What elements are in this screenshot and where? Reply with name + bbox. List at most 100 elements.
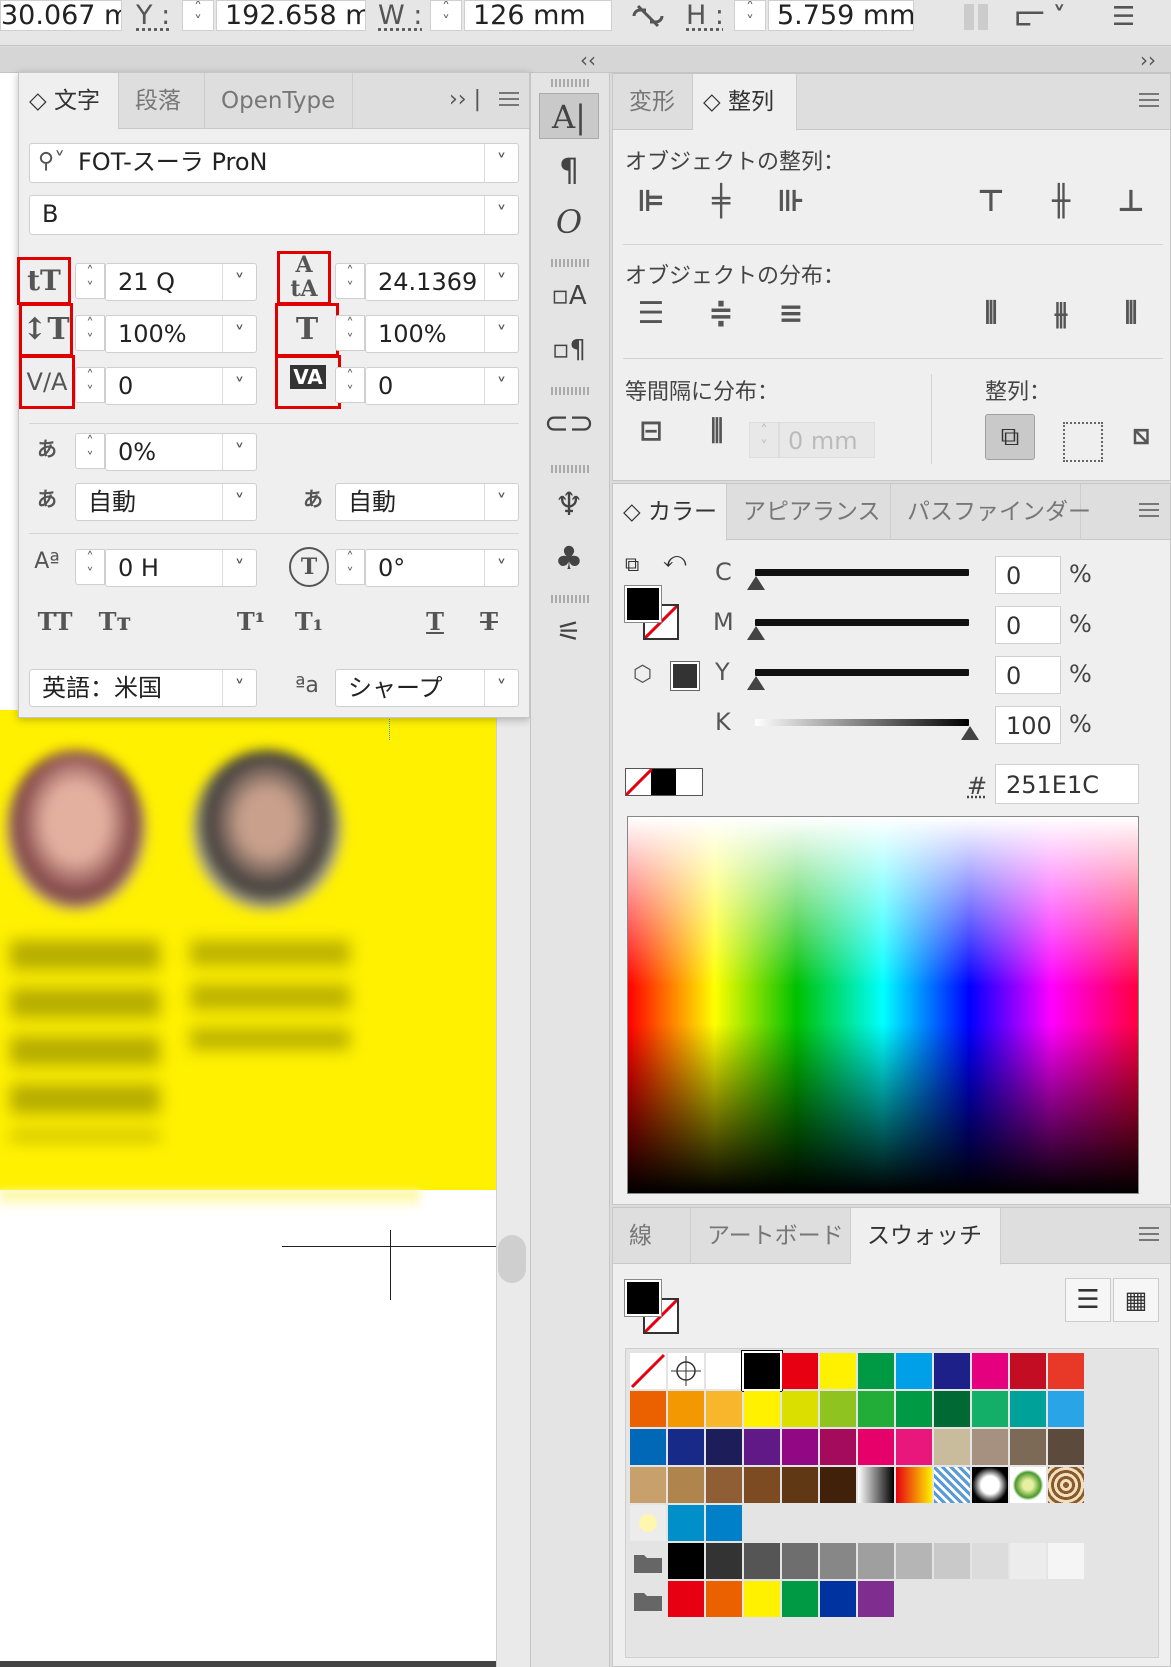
baseline-stepper[interactable]: ˄ ˅ (75, 549, 105, 585)
baseline-field[interactable]: 0 H ˅ (105, 549, 257, 587)
swatch-color[interactable] (1048, 1543, 1084, 1579)
channel-c-slider[interactable] (755, 569, 969, 576)
grid-align-icon[interactable] (964, 4, 990, 30)
swatch-color[interactable] (706, 1353, 742, 1389)
swatch-pattern[interactable] (896, 1467, 932, 1503)
channel-y-slider[interactable] (755, 669, 969, 676)
swatch-color[interactable] (896, 1543, 932, 1579)
swatch-color[interactable] (896, 1353, 932, 1389)
all-caps-icon[interactable]: TT (33, 607, 77, 636)
swatch-color[interactable] (744, 1391, 780, 1427)
font-style-dropdown[interactable]: B ˅ (29, 195, 519, 235)
antialias-dropdown[interactable]: シャープ ˅ (335, 669, 519, 707)
language-dropdown[interactable]: 英語：米国 ˅ (29, 669, 257, 707)
swatch-color[interactable] (668, 1429, 704, 1465)
tsume-field[interactable]: 0% ˅ (105, 433, 257, 471)
font-size-field[interactable]: 21 Q ˅ (105, 263, 257, 301)
tab-character[interactable]: ◇ 文字 (19, 73, 119, 130)
collapse-right-button[interactable]: ›› (1140, 48, 1156, 72)
swatch-color[interactable] (668, 1505, 704, 1541)
swatch-color[interactable] (858, 1429, 894, 1465)
swatch-color[interactable] (820, 1581, 856, 1617)
tab-pathfinder[interactable]: パスファインダー (891, 484, 1091, 540)
vscale-stepper[interactable]: ˄ ˅ (75, 315, 105, 351)
swatch-color[interactable] (972, 1429, 1008, 1465)
swatch-color[interactable] (630, 1467, 666, 1503)
swatch-none[interactable] (630, 1353, 666, 1389)
swatch-color[interactable] (782, 1429, 818, 1465)
superscript-icon[interactable]: T¹ (229, 607, 273, 636)
spacing-vertical-icon[interactable]: ⊟ (631, 414, 671, 447)
tab-artboard[interactable]: アートボード (691, 1208, 851, 1264)
expand-button[interactable]: ›› | (449, 87, 481, 112)
swatch-color[interactable] (706, 1391, 742, 1427)
w-stepper[interactable]: ˄ ˅ (430, 0, 462, 31)
default-colors-icon[interactable]: ⧉ (625, 552, 639, 576)
distribute-bottom-icon[interactable]: ≡ (771, 296, 811, 331)
align-to-artboard-icon[interactable] (1063, 422, 1103, 462)
swatch-color[interactable] (1048, 1429, 1084, 1465)
swatch-color[interactable] (668, 1467, 704, 1503)
h-field[interactable]: 5.759 mm (768, 0, 914, 31)
swatch-color[interactable] (782, 1467, 818, 1503)
swatch-pattern[interactable] (934, 1467, 970, 1503)
swatch-color[interactable] (782, 1543, 818, 1579)
swatch-color[interactable] (744, 1429, 780, 1465)
tab-color[interactable]: ◇ カラー (613, 484, 727, 541)
properties-sliders-icon[interactable]: ⚟ (539, 609, 599, 655)
channel-k-slider[interactable] (755, 719, 969, 726)
links-icon[interactable]: ⊂⊃ (539, 401, 599, 447)
swatch-pattern[interactable] (972, 1467, 1008, 1503)
tracking-stepper[interactable]: ˄ ˅ (335, 367, 365, 403)
y-stepper[interactable]: ˄ ˅ (182, 0, 214, 31)
align-bottom-icon[interactable]: ⊥ (1111, 184, 1151, 219)
x-field[interactable]: 30.067 mı (0, 0, 122, 31)
panel-menu-icon[interactable] (1139, 1224, 1159, 1244)
font-size-stepper[interactable]: ˄ ˅ (75, 263, 105, 299)
swatch-color[interactable] (1010, 1543, 1046, 1579)
kerning-field[interactable]: 0 ˅ (105, 367, 257, 405)
aki-right-dropdown[interactable]: 自動 ˅ (335, 483, 519, 521)
tab-align[interactable]: ◇ 整列 (693, 74, 797, 131)
channel-k-thumb[interactable] (961, 726, 979, 740)
channel-y-thumb[interactable] (747, 676, 765, 690)
swatch-color[interactable] (934, 1429, 970, 1465)
swatch-color[interactable] (668, 1391, 704, 1427)
swatch-color[interactable] (896, 1391, 932, 1427)
swatch-color[interactable] (896, 1429, 932, 1465)
w-field[interactable]: 126 mm (464, 0, 612, 31)
kerning-stepper[interactable]: ˄ ˅ (75, 367, 105, 403)
swatch-color[interactable] (782, 1581, 818, 1617)
swatch-color[interactable] (630, 1505, 666, 1541)
swatch-color[interactable] (820, 1353, 856, 1389)
channel-m-slider[interactable] (755, 619, 969, 626)
swatch-color[interactable] (1010, 1391, 1046, 1427)
swatch-color[interactable] (742, 1351, 782, 1391)
leading-field[interactable]: 24.1369 ˅ (365, 263, 519, 301)
swatch-color[interactable] (1048, 1353, 1084, 1389)
swap-colors-icon[interactable]: ⤺ (663, 548, 687, 573)
rotation-field[interactable]: 0° ˅ (365, 549, 519, 587)
swatch-color[interactable] (744, 1467, 780, 1503)
align-vcenter-icon[interactable]: ╫ (1041, 184, 1081, 219)
cube-icon[interactable]: ⬡ (633, 662, 652, 687)
swatch-color[interactable] (1010, 1353, 1046, 1389)
hscale-stepper[interactable]: ˄ ˅ (335, 315, 365, 351)
align-top-icon[interactable]: ⊤ (971, 184, 1011, 219)
distribute-left-icon[interactable]: ⫴ (971, 296, 1011, 331)
tab-transform[interactable]: 変形 (613, 74, 693, 130)
color-spectrum[interactable] (627, 816, 1139, 1194)
y-field[interactable]: 192.658 mı (216, 0, 366, 31)
spacing-horizontal-icon[interactable]: ⫼ (697, 414, 737, 448)
align-right-icon[interactable]: ⊪ (771, 184, 811, 219)
h-stepper[interactable]: ˄ ˅ (734, 0, 766, 31)
leading-stepper[interactable]: ˄ ˅ (335, 263, 365, 299)
swatch-color[interactable] (706, 1581, 742, 1617)
channel-k-field[interactable]: 100 (995, 706, 1061, 744)
swatch-color[interactable] (820, 1543, 856, 1579)
paragraph-panel-icon[interactable]: ¶ (539, 147, 599, 193)
list-view-icon[interactable]: ☰ (1065, 1278, 1111, 1322)
spacing-field[interactable]: 0 mm (779, 422, 875, 458)
swatch-color[interactable] (630, 1429, 666, 1465)
rotation-stepper[interactable]: ˄ ˅ (335, 549, 365, 585)
